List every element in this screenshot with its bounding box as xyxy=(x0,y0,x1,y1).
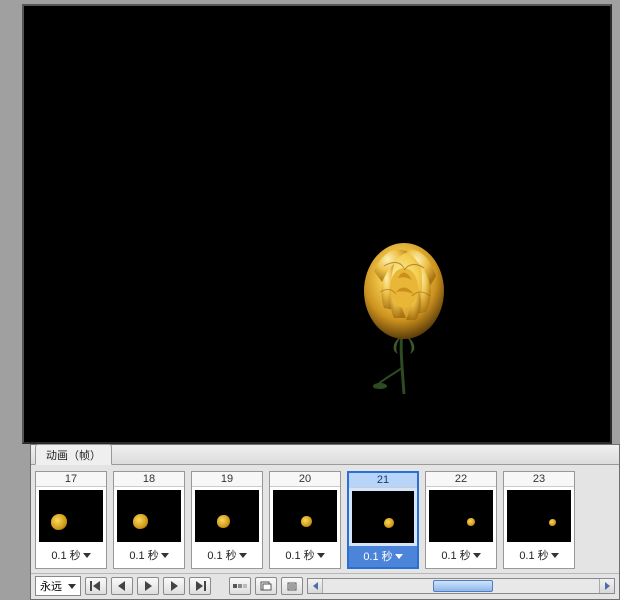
frame-item[interactable]: 17 0.1 秒 xyxy=(35,471,107,569)
frame-delay-dropdown[interactable]: 0.1 秒 xyxy=(270,545,340,566)
frame-delay-dropdown[interactable]: 0.1 秒 xyxy=(349,546,417,567)
rose-mini-icon xyxy=(301,516,312,527)
chevron-down-icon xyxy=(473,553,481,558)
frames-scrollbar[interactable] xyxy=(307,578,615,594)
rose-mini-icon xyxy=(384,518,394,528)
rose-mini-icon xyxy=(549,519,556,526)
frame-thumbnail xyxy=(117,490,181,542)
frame-item[interactable]: 21 0.1 秒 xyxy=(347,471,419,569)
chevron-down-icon xyxy=(317,553,325,558)
frame-thumbnail xyxy=(352,491,414,543)
tab-animation-frames[interactable]: 动画（帧） xyxy=(35,444,112,465)
canvas-content xyxy=(24,6,610,442)
animation-footer: 永远 xyxy=(31,573,619,599)
frame-thumbnail xyxy=(507,490,571,542)
scroll-thumb[interactable] xyxy=(433,580,493,592)
rose-mini-icon xyxy=(217,515,230,528)
frame-item[interactable]: 19 0.1 秒 xyxy=(191,471,263,569)
frame-thumbnail xyxy=(429,490,493,542)
play-button[interactable] xyxy=(137,577,159,595)
frame-number: 22 xyxy=(426,472,496,487)
chevron-down-icon xyxy=(68,584,76,589)
panel-tab-bar: 动画（帧） xyxy=(31,445,619,465)
frame-number: 21 xyxy=(349,473,417,488)
frame-number: 23 xyxy=(504,472,574,487)
first-frame-button[interactable] xyxy=(85,577,107,595)
frame-item[interactable]: 22 0.1 秒 xyxy=(425,471,497,569)
tween-button[interactable] xyxy=(229,577,251,595)
scroll-left-button[interactable] xyxy=(308,579,323,593)
chevron-down-icon xyxy=(161,553,169,558)
frame-thumbnail xyxy=(195,490,259,542)
frame-delay-label: 0.1 秒 xyxy=(363,548,392,564)
delete-frame-button[interactable] xyxy=(281,577,303,595)
loop-label: 永远 xyxy=(40,578,62,594)
frame-item[interactable]: 18 0.1 秒 xyxy=(113,471,185,569)
chevron-down-icon xyxy=(83,553,91,558)
frame-thumbnail xyxy=(273,490,337,542)
frame-delay-label: 0.1 秒 xyxy=(285,547,314,563)
frame-number: 18 xyxy=(114,472,184,487)
animation-panel: 动画（帧） 17 0.1 秒 18 0.1 秒 19 0.1 秒 20 0.1 秒 21 0.1 … xyxy=(30,444,620,600)
prev-frame-button[interactable] xyxy=(111,577,133,595)
frame-delay-label: 0.1 秒 xyxy=(51,547,80,563)
frame-delay-dropdown[interactable]: 0.1 秒 xyxy=(114,545,184,566)
chevron-down-icon xyxy=(551,553,559,558)
duplicate-frame-button[interactable] xyxy=(255,577,277,595)
chevron-down-icon xyxy=(239,553,247,558)
frame-delay-dropdown[interactable]: 0.1 秒 xyxy=(36,545,106,566)
frame-delay-label: 0.1 秒 xyxy=(441,547,470,563)
next-frame-button[interactable] xyxy=(163,577,185,595)
document-canvas[interactable] xyxy=(22,4,612,444)
frame-delay-label: 0.1 秒 xyxy=(519,547,548,563)
rose-mini-icon xyxy=(51,514,67,530)
frame-number: 20 xyxy=(270,472,340,487)
frame-delay-label: 0.1 秒 xyxy=(129,547,158,563)
rose-mini-icon xyxy=(467,518,475,526)
rose-image xyxy=(354,236,454,401)
frame-delay-dropdown[interactable]: 0.1 秒 xyxy=(192,545,262,566)
chevron-down-icon xyxy=(395,554,403,559)
frame-number: 17 xyxy=(36,472,106,487)
frames-strip: 17 0.1 秒 18 0.1 秒 19 0.1 秒 20 0.1 秒 21 0.1 秒 22 0.1… xyxy=(31,465,619,573)
rose-mini-icon xyxy=(133,514,148,529)
loop-dropdown[interactable]: 永远 xyxy=(35,576,81,596)
scroll-track[interactable] xyxy=(323,579,599,593)
frame-delay-dropdown[interactable]: 0.1 秒 xyxy=(504,545,574,566)
frame-delay-label: 0.1 秒 xyxy=(207,547,236,563)
last-frame-button[interactable] xyxy=(189,577,211,595)
frame-item[interactable]: 20 0.1 秒 xyxy=(269,471,341,569)
frame-item[interactable]: 23 0.1 秒 xyxy=(503,471,575,569)
frame-number: 19 xyxy=(192,472,262,487)
tab-label: 动画（帧） xyxy=(46,450,101,462)
scroll-right-button[interactable] xyxy=(599,579,614,593)
frame-delay-dropdown[interactable]: 0.1 秒 xyxy=(426,545,496,566)
frame-thumbnail xyxy=(39,490,103,542)
